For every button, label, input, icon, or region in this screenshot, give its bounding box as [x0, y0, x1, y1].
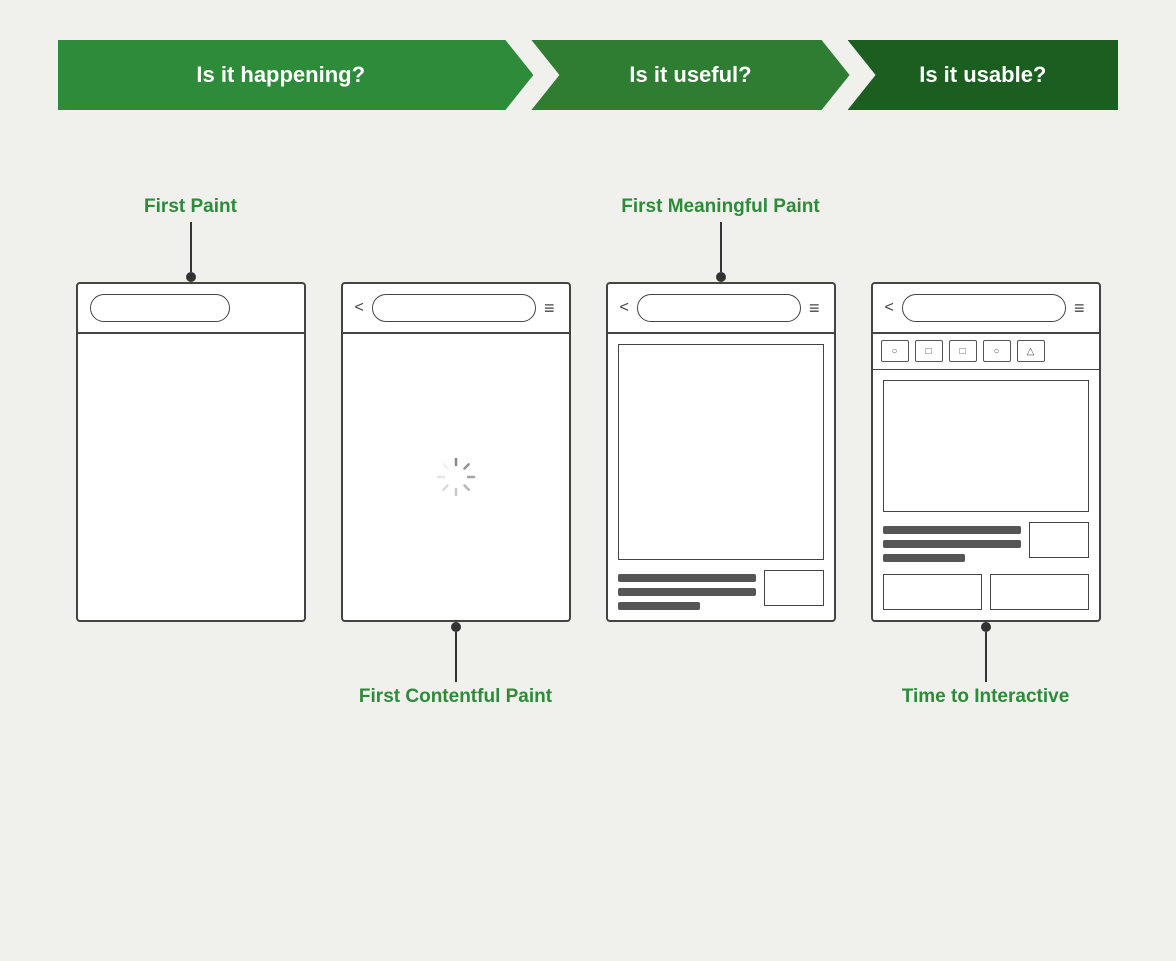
label-first-paint: First Paint [144, 170, 237, 222]
phone-4-line-2 [883, 540, 1021, 548]
phone-wireframe-3: < ≡ [606, 282, 836, 622]
phone-4-action-btn-1 [883, 574, 982, 610]
tick-bottom-4 [985, 668, 987, 682]
phone-4-tab-3: □ [949, 340, 977, 362]
banner-item-1: Is it happening? [58, 40, 533, 110]
tick-top-3 [720, 222, 722, 236]
line-bottom-2 [455, 632, 457, 668]
banner-item-3: Is it usable? [848, 40, 1118, 110]
phone-4-action-btn-2 [990, 574, 1089, 610]
spinner-icon [434, 455, 478, 499]
phone-4-button [1029, 522, 1089, 558]
dot-bottom-4 [981, 622, 991, 632]
label-first-meaningful: First Meaningful Paint [621, 170, 819, 222]
connector-bottom-2 [451, 622, 461, 682]
line-top-1 [190, 236, 192, 272]
phone-2-header: < ≡ [343, 284, 569, 334]
phone-col-first-paint: First Paint [58, 170, 323, 734]
phone-4-text [883, 522, 1021, 562]
line-bottom-4 [985, 632, 987, 668]
connector-bottom-4 [981, 622, 991, 682]
phone-3-line-1 [618, 574, 756, 582]
label-first-contentful: First Contentful Paint [359, 682, 552, 734]
phone-3-image [618, 344, 824, 560]
phone-4-line-1 [883, 526, 1021, 534]
phone-4-image [883, 380, 1089, 512]
phone-1-search [90, 294, 230, 322]
phone-4-tab-1: ○ [881, 340, 909, 362]
phone-2-menu-icon: ≡ [544, 298, 557, 319]
phone-3-line-2 [618, 588, 756, 596]
tick-bottom-2 [455, 668, 457, 682]
connector-top-1 [186, 222, 196, 282]
connector-top-3 [716, 222, 726, 282]
dot-bottom-2 [451, 622, 461, 632]
phone-3-back-icon: < [620, 299, 629, 317]
phone-2-spinner [343, 334, 569, 620]
line-top-3 [720, 236, 722, 272]
phone-3-menu-icon: ≡ [809, 298, 822, 319]
phone-3-button [764, 570, 824, 606]
diagram: First Paint < ≡ [58, 170, 1118, 734]
phone-3-header: < ≡ [608, 284, 834, 334]
tick-top-1 [190, 222, 192, 236]
phone-4-tab-4: ○ [983, 340, 1011, 362]
phone-4-menu-icon: ≡ [1074, 298, 1087, 319]
phone-3-text [618, 570, 756, 610]
phone-col-first-meaningful: First Meaningful Paint < ≡ [588, 170, 853, 734]
phone-4-header: < ≡ [873, 284, 1099, 334]
dot-top-1 [186, 272, 196, 282]
banner-item-2: Is it useful? [531, 40, 849, 110]
phone-4-back-icon: < [885, 299, 894, 317]
phone-4-tabs: ○ □ □ ○ △ [873, 334, 1099, 370]
phone-4-search [902, 294, 1066, 322]
phone-2-back-icon: < [355, 299, 364, 317]
phone-4-actions [883, 574, 1089, 610]
phone-1-body [78, 334, 304, 620]
phone-4-tab-5: △ [1017, 340, 1045, 362]
phone-4-content-row [883, 522, 1089, 562]
phone-3-line-3 [618, 602, 701, 610]
phone-wireframe-1 [76, 282, 306, 622]
label-time-to-interactive: Time to Interactive [902, 682, 1070, 734]
phone-col-first-contentful: < ≡ [323, 170, 588, 734]
phone-3-content-row [618, 570, 824, 610]
phone-2-search [372, 294, 536, 322]
phone-4-line-3 [883, 554, 966, 562]
phone-4-body [873, 370, 1099, 620]
phone-wireframe-4: < ≡ ○ □ □ ○ △ [871, 282, 1101, 622]
dot-top-3 [716, 272, 726, 282]
phone-4-tab-2: □ [915, 340, 943, 362]
phone-3-search [637, 294, 801, 322]
phone-3-body [608, 334, 834, 620]
phone-wireframe-2: < ≡ [341, 282, 571, 622]
banner: Is it happening? Is it useful? Is it usa… [58, 40, 1118, 110]
phone-1-header [78, 284, 304, 334]
phone-col-interactive: < ≡ ○ □ □ ○ △ [853, 170, 1118, 734]
